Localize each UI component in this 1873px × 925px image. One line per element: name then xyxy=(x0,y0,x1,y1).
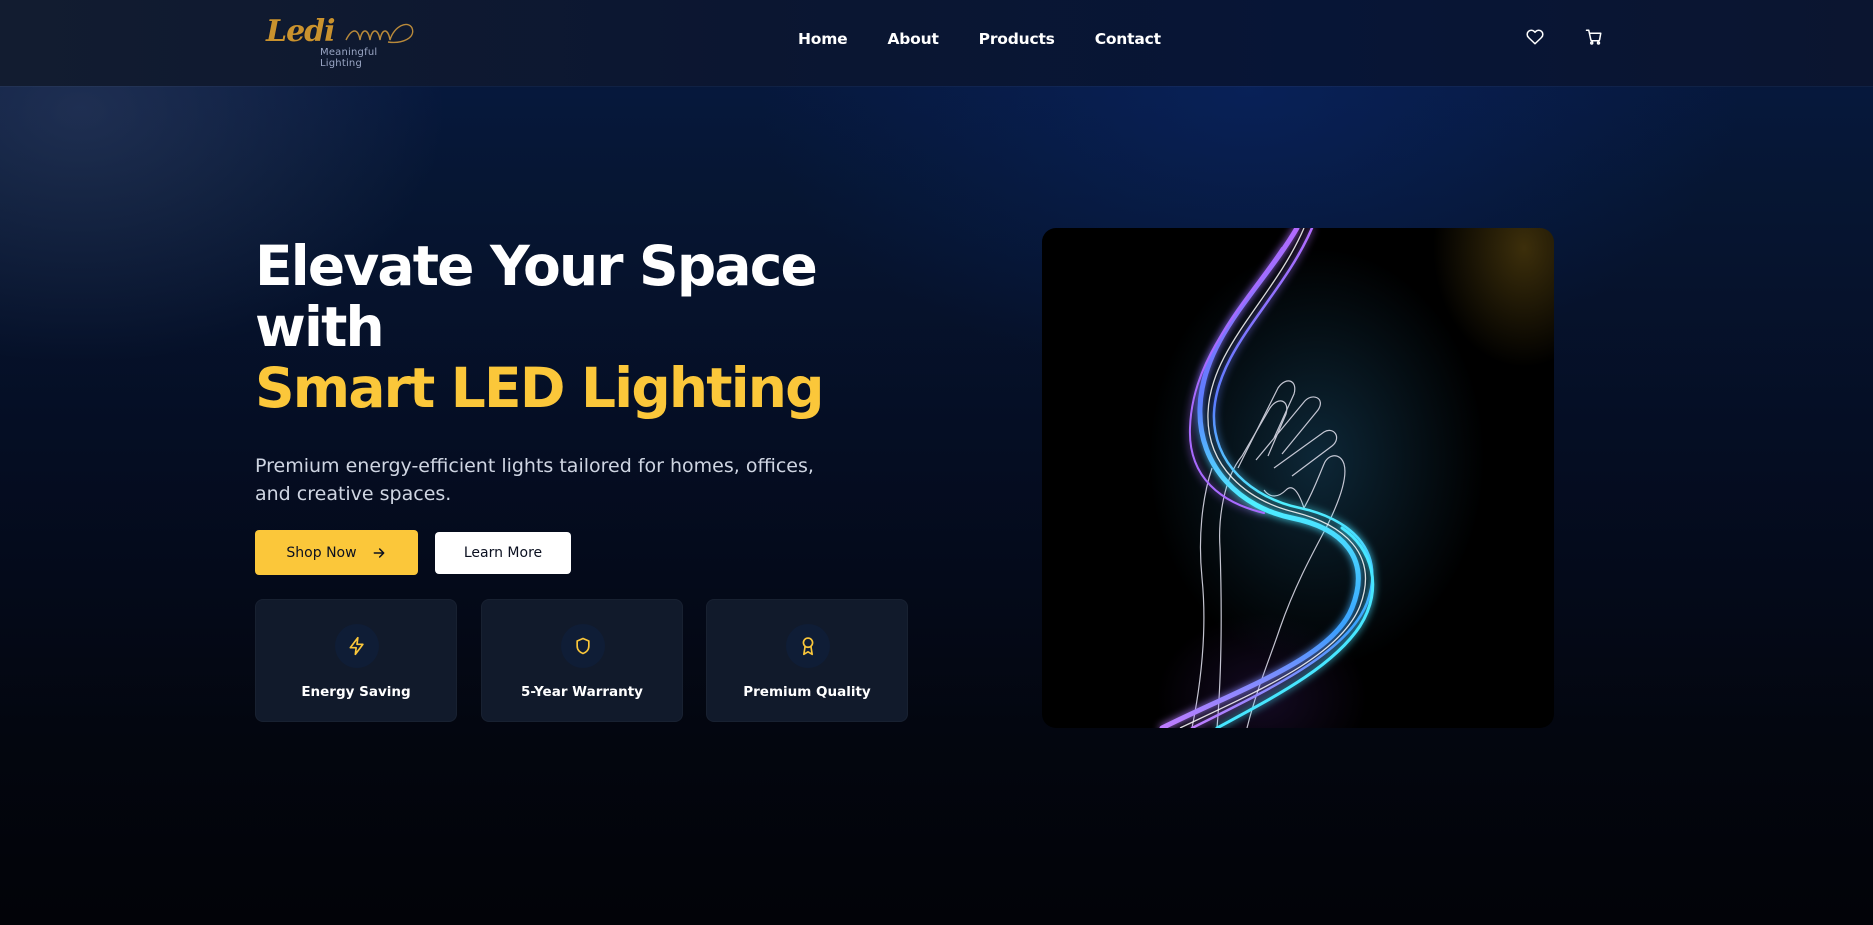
feature-icon-badge xyxy=(561,624,605,668)
feature-card-energy: Energy Saving xyxy=(255,599,457,722)
nav-home[interactable]: Home xyxy=(798,30,848,48)
feature-label: Premium Quality xyxy=(743,684,871,700)
shop-now-label: Shop Now xyxy=(286,544,357,561)
shield-icon xyxy=(576,637,590,655)
feature-icon-badge xyxy=(786,624,830,668)
feature-icon-badge xyxy=(335,624,379,668)
feature-card-warranty: 5-Year Warranty xyxy=(481,599,683,722)
arrow-right-icon xyxy=(373,547,384,558)
main-nav: Home About Products Contact xyxy=(798,30,1161,48)
site-header: Ledi Meaningful Lighting Home About Prod… xyxy=(0,0,1873,86)
hero-title-line1: Elevate Your Space xyxy=(255,234,818,298)
award-icon xyxy=(802,637,814,656)
nav-contact[interactable]: Contact xyxy=(1095,30,1161,48)
brand-logo[interactable]: Ledi Meaningful Lighting xyxy=(262,14,414,69)
glowing-hand-illustration xyxy=(1159,228,1375,728)
feature-label: Energy Saving xyxy=(301,684,411,700)
hero-title-line2: with xyxy=(255,295,385,359)
shop-now-button[interactable]: Shop Now xyxy=(255,530,418,575)
cart-icon[interactable] xyxy=(1585,28,1603,46)
feature-label: 5-Year Warranty xyxy=(521,684,643,700)
logo-tagline: Meaningful Lighting xyxy=(320,47,378,69)
learn-more-label: Learn More xyxy=(463,545,543,561)
nav-products[interactable]: Products xyxy=(979,30,1055,48)
lightning-icon xyxy=(349,636,364,656)
hero-image xyxy=(1042,228,1554,728)
logo-script-text: Ledi xyxy=(266,14,336,49)
hero-title-accent: Smart LED Lighting xyxy=(255,356,825,420)
nav-about[interactable]: About xyxy=(887,30,938,48)
heart-icon[interactable] xyxy=(1526,28,1544,46)
hero-subtitle: Premium energy-efficient lights tailored… xyxy=(255,455,814,505)
feature-card-quality: Premium Quality xyxy=(706,599,908,722)
hero-title: Elevate Your Space with Smart LED Lighti… xyxy=(255,236,895,419)
learn-more-button[interactable]: Learn More xyxy=(435,532,571,574)
